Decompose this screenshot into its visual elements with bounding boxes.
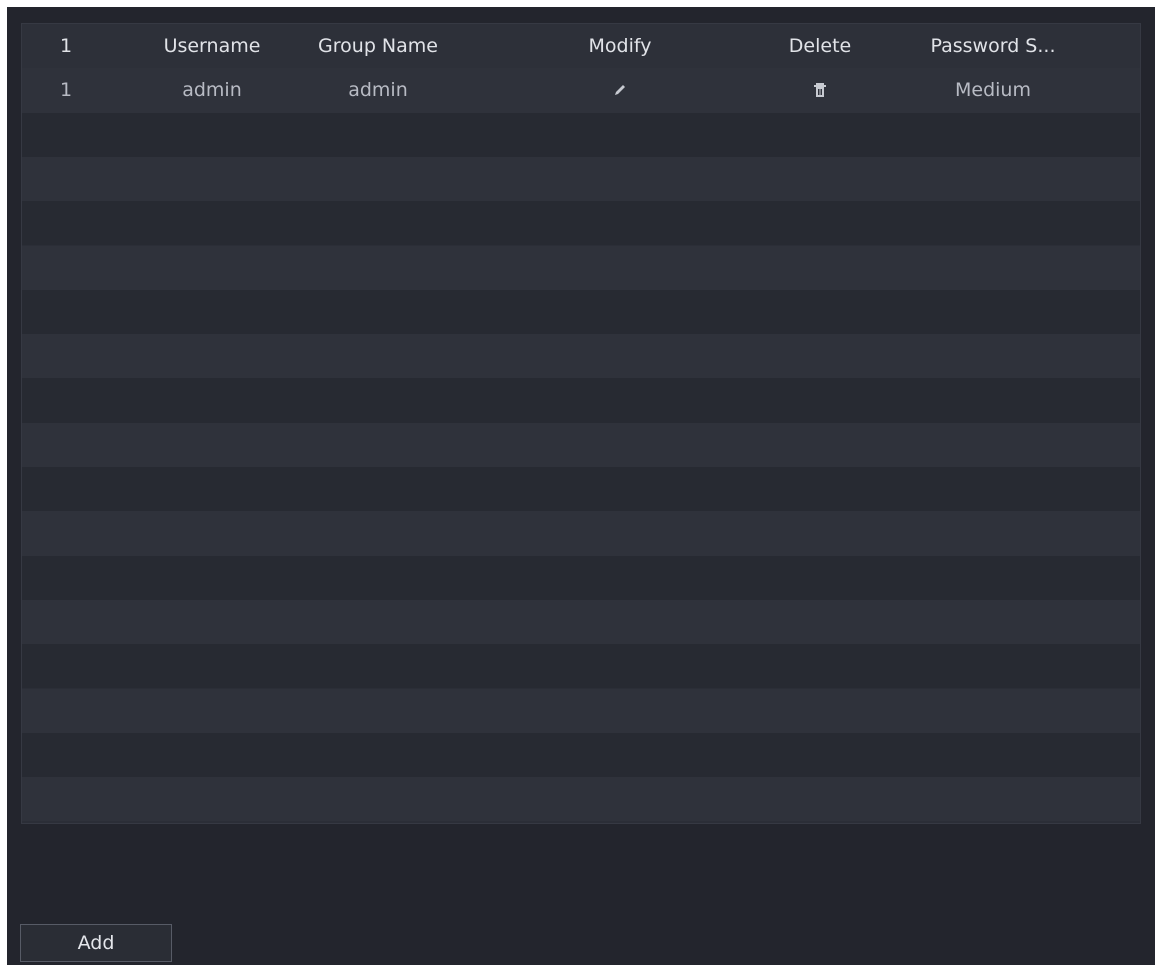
table-row-empty (22, 245, 1140, 290)
table-row-empty (22, 378, 1140, 423)
table-row-empty (22, 334, 1140, 379)
table-row-empty (22, 599, 1140, 645)
header-password-strength[interactable]: Password S... (898, 24, 1088, 68)
user-list-panel: 1 Username Group Name Modify Delete Pass… (7, 7, 1155, 965)
table-row-empty (22, 112, 1140, 157)
table-row-empty (22, 732, 1140, 778)
header-username[interactable]: Username (134, 24, 290, 68)
table-row[interactable]: 1 admin admin Medium (22, 68, 1140, 113)
table-row-empty (22, 422, 1140, 467)
header-modify: Modify (588, 35, 652, 58)
table-row-empty (22, 467, 1140, 512)
add-user-button[interactable]: Add (20, 924, 172, 962)
table-row-empty (22, 555, 1140, 600)
table-row-empty (22, 511, 1140, 556)
trash-icon[interactable] (742, 68, 898, 112)
row-username: admin (182, 79, 242, 102)
row-index: 1 (59, 79, 73, 102)
table-row-empty (22, 201, 1140, 246)
header-group-name[interactable]: Group Name (300, 24, 456, 68)
user-table: 1 Username Group Name Modify Delete Pass… (21, 23, 1141, 824)
header-select-all[interactable]: 1 (44, 24, 88, 68)
table-row-empty (22, 156, 1140, 202)
table-row-empty (22, 289, 1140, 335)
row-password-strength: Medium (955, 79, 1031, 102)
table-row-empty (22, 777, 1140, 822)
header-delete: Delete (788, 35, 852, 58)
table-row-empty (22, 688, 1140, 733)
table-row-empty (22, 644, 1140, 689)
pencil-icon[interactable] (542, 68, 698, 112)
table-header-row: 1 Username Group Name Modify Delete Pass… (22, 24, 1140, 69)
row-group-name: admin (348, 79, 408, 102)
